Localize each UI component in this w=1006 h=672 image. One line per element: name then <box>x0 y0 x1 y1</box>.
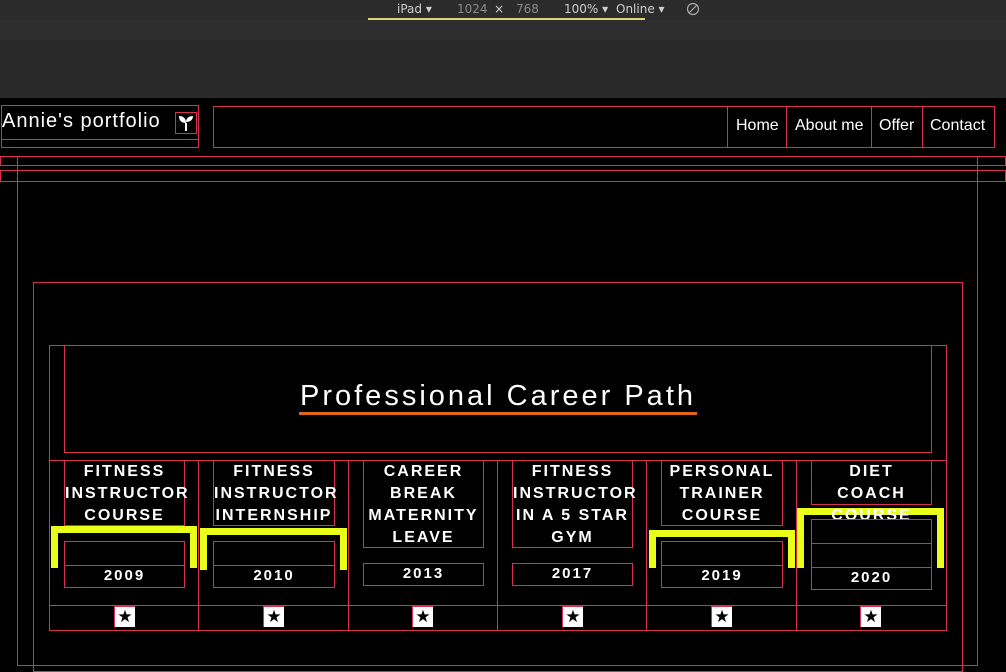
star-frame: ★ <box>114 606 135 627</box>
star-icon[interactable]: ★ <box>413 607 433 627</box>
sprout-icon <box>175 112 197 134</box>
milestone-label: DIET COACH COURSE <box>811 460 932 524</box>
rotate-icon[interactable] <box>686 2 700 19</box>
milestone-label: FITNESS INSTRUCTOR IN A 5 STAR GYM <box>512 460 636 548</box>
milestone-spacer <box>811 543 932 568</box>
milestone-year: 2010 <box>213 565 335 588</box>
column-divider <box>198 460 199 631</box>
nav-link-home[interactable]: Home <box>736 117 779 135</box>
viewport-width[interactable]: 1024 <box>457 2 488 16</box>
zoom-select[interactable]: 100% ▾ <box>564 2 608 16</box>
milestone-spacer <box>213 541 335 566</box>
milestone-spacer <box>64 541 185 566</box>
star-icon[interactable]: ★ <box>712 607 732 627</box>
column-divider <box>497 460 498 631</box>
milestone-label: FITNESS INSTRUCTOR COURSE <box>64 460 188 526</box>
milestone-year: 2013 <box>363 563 484 586</box>
ruler-area <box>0 40 1006 98</box>
milestone-year: 2019 <box>661 565 783 588</box>
logo-divider <box>1 139 199 140</box>
star-icon[interactable]: ★ <box>563 607 583 627</box>
dimension-separator: × <box>494 2 505 16</box>
column-divider <box>348 460 349 631</box>
section-title: Professional Career Path <box>0 380 996 415</box>
column-divider <box>646 460 647 631</box>
milestone-spacer <box>661 541 783 566</box>
milestone-label: PERSONAL TRAINER COURSE <box>661 460 783 526</box>
milestone-year: 2009 <box>64 565 185 588</box>
star-frame: ★ <box>711 606 732 627</box>
logo-text[interactable]: Annie's portfolio <box>2 110 161 133</box>
star-icon[interactable]: ★ <box>861 607 881 627</box>
milestone-year: 2017 <box>512 563 633 586</box>
star-frame: ★ <box>412 606 433 627</box>
milestone-spacer <box>811 519 932 544</box>
star-icon[interactable]: ★ <box>264 607 284 627</box>
star-frame: ★ <box>263 606 284 627</box>
devtools-toolbar: iPad ▾ 1024 × 768 100% ▾ Online ▾ <box>0 0 1006 20</box>
viewport-height[interactable]: 768 <box>516 2 539 16</box>
milestone-year: 2020 <box>811 567 932 590</box>
milestone-label: CAREER BREAK MATERNITY LEAVE <box>363 460 484 548</box>
media-query-bar[interactable] <box>0 20 1006 58</box>
star-frame: ★ <box>860 606 881 627</box>
device-select[interactable]: iPad ▾ <box>397 2 432 16</box>
nav-link-about[interactable]: About me <box>795 117 863 135</box>
network-throttle-select[interactable]: Online ▾ <box>616 2 665 16</box>
star-frame: ★ <box>562 606 583 627</box>
nav-link-offer[interactable]: Offer <box>879 117 914 135</box>
milestone-label: FITNESS INSTRUCTOR INTERNSHIP <box>213 460 337 526</box>
nav-link-contact[interactable]: Contact <box>930 117 985 135</box>
star-icon[interactable]: ★ <box>115 607 135 627</box>
timeline-divider <box>49 605 947 606</box>
